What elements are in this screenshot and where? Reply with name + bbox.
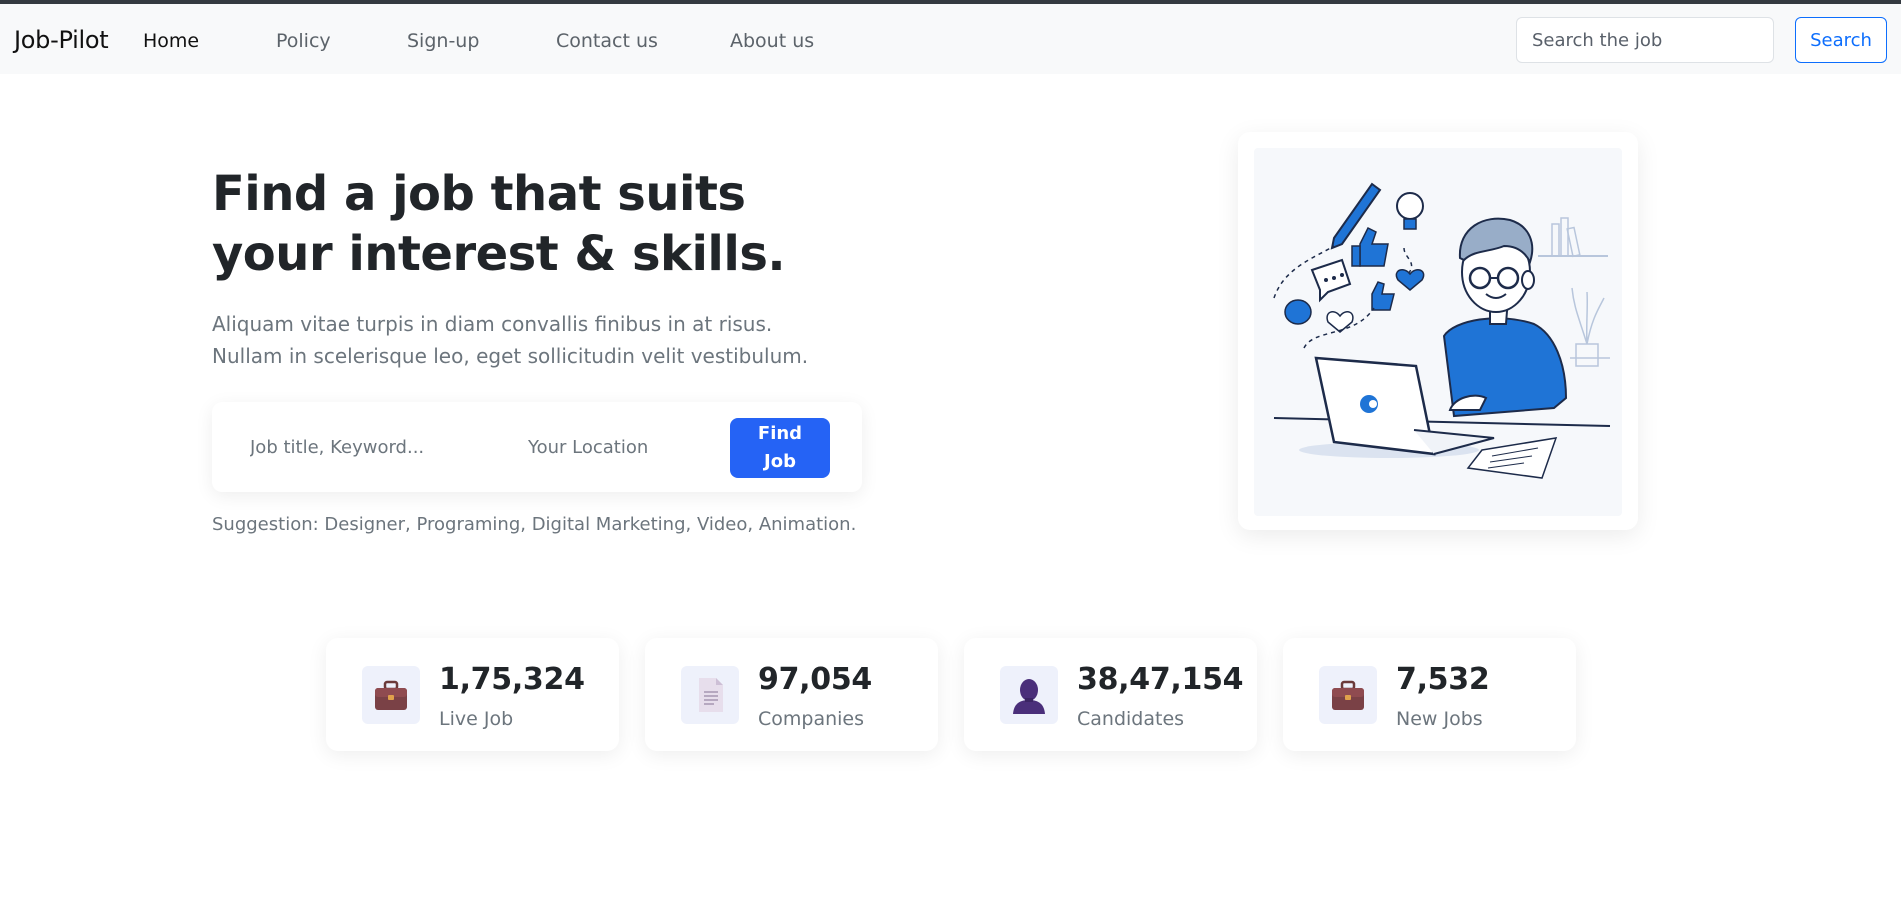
stat-value: 1,75,324 (439, 662, 585, 697)
nav-link-contact-us[interactable]: Contact us (556, 30, 658, 52)
brand-logo[interactable]: Job-Pilot (14, 26, 109, 54)
briefcase-icon (1319, 666, 1377, 724)
job-title-input[interactable] (250, 426, 490, 468)
nav-link-sign-up[interactable]: Sign-up (407, 30, 479, 52)
stat-card-candidates: 38,47,154 Candidates (964, 638, 1257, 751)
hero-title-line-2: your interest & skills. (212, 226, 786, 282)
nav-link-home[interactable]: Home (143, 30, 199, 52)
stat-value: 38,47,154 (1077, 662, 1244, 697)
suggestion-text: Suggestion: Designer, Programing, Digita… (212, 514, 857, 535)
briefcase-icon (362, 666, 420, 724)
stat-label: Companies (758, 708, 865, 730)
person-at-laptop-illustration (1273, 182, 1611, 479)
stat-label: Live Job (439, 708, 514, 730)
document-icon (681, 666, 739, 724)
stat-value: 7,532 (1396, 662, 1490, 697)
hero-illustration-card (1238, 132, 1638, 530)
stat-label: Candidates (1077, 708, 1185, 730)
job-search-input[interactable] (1516, 17, 1774, 63)
job-finder-box: Find Job (212, 402, 862, 492)
stat-label: New Jobs (1396, 708, 1483, 730)
stat-card-new-jobs: 7,532 New Jobs (1283, 638, 1576, 751)
stat-value: 97,054 (758, 662, 872, 697)
stat-card-live-job: 1,75,324 Live Job (326, 638, 619, 751)
find-job-button[interactable]: Find Job (730, 418, 830, 478)
search-button[interactable]: Search (1795, 17, 1887, 63)
nav-link-policy[interactable]: Policy (276, 30, 331, 52)
user-icon (1000, 666, 1058, 724)
navbar: Job-Pilot Home Policy Sign-up Contact us… (0, 4, 1901, 74)
hero-illustration (1254, 148, 1622, 516)
nav-link-about-us[interactable]: About us (730, 30, 814, 52)
hero-description: Aliquam vitae turpis in diam convallis f… (212, 312, 809, 368)
stat-card-companies: 97,054 Companies (645, 638, 938, 751)
hero-title: Find a job that suits your interest & sk… (212, 164, 912, 284)
location-input[interactable] (528, 426, 758, 468)
hero-title-line-1: Find a job that suits (212, 166, 746, 222)
